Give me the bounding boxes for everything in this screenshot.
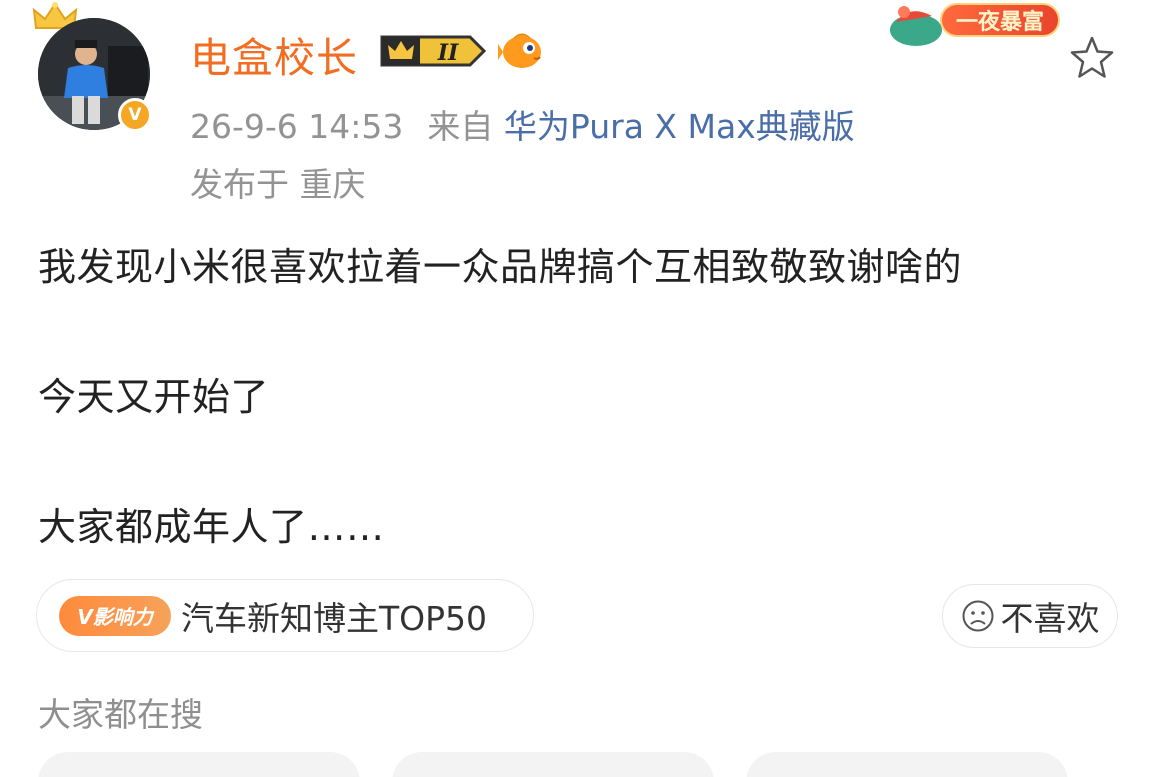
post-time: 26-9-6 14:53 [190, 107, 404, 146]
post-meta: 26-9-6 14:53 来自 华为Pura X Max典藏版 [190, 100, 855, 148]
source-prefix: 来自 [427, 107, 494, 146]
sad-face-icon [962, 600, 993, 632]
trending-chip[interactable] [392, 752, 714, 777]
influence-tag[interactable]: V影响力 汽车新知博主TOP50 [36, 579, 534, 652]
trending-chip[interactable] [38, 752, 360, 777]
post-text-line: 我发现小米很喜欢拉着一众品牌搞个互相致敬致谢啥的 [38, 245, 963, 289]
fish-icon[interactable] [498, 30, 546, 72]
trending-chip[interactable] [746, 752, 1068, 777]
device-link[interactable]: 华为Pura X Max典藏版 [504, 107, 855, 146]
post-text-line: 今天又开始了 [38, 375, 270, 419]
influence-badge: V影响力 [59, 595, 171, 636]
post-text-line: 大家都成年人了…… [38, 505, 385, 549]
star-icon[interactable] [1068, 34, 1116, 82]
username[interactable]: 电盒校长 [190, 24, 358, 84]
promo-badge[interactable]: 一夜暴富 [940, 3, 1060, 37]
dislike-button[interactable]: 不喜欢 [942, 584, 1118, 648]
level-badge-text: II [437, 40, 459, 66]
dislike-label: 不喜欢 [1000, 599, 1100, 638]
verified-icon: V [118, 98, 152, 132]
influence-tag-text: 汽车新知博主TOP50 [181, 598, 488, 638]
level-badge-icon[interactable]: II [378, 31, 488, 71]
post-location: 发布于 重庆 [190, 165, 366, 204]
trending-title: 大家都在搜 [38, 695, 203, 734]
avatar-container[interactable]: V [30, 0, 160, 140]
